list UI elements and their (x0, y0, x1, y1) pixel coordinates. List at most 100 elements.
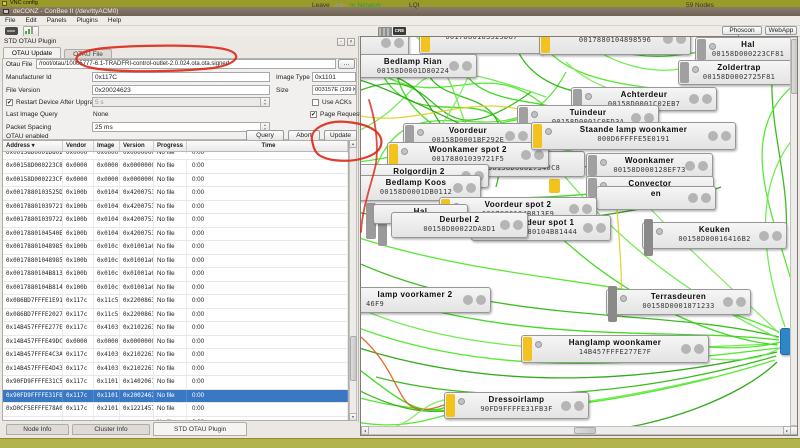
cell-address: 0x0017880104B813E9 (3, 268, 63, 281)
graph-vscroll-thumb[interactable] (790, 39, 797, 94)
table-row[interactable]: 0x00158D0001D802240x00000x00000x00000000… (3, 152, 348, 160)
use-acks-checkbox[interactable] (312, 99, 319, 106)
table-scroll-thumb[interactable] (349, 336, 357, 381)
cell-address: 0x0017880104B81444 (3, 281, 63, 294)
page-request-checkbox[interactable]: ✔ (310, 111, 317, 118)
tab-otau-update[interactable]: OTAU Update (3, 47, 61, 58)
device-table[interactable]: Address ▾ Vendor Image Version Progress Time 0… (2, 140, 349, 421)
packet-spacing-input[interactable]: 25 ms ▴ ▾ (92, 122, 270, 132)
menu-item-edit[interactable]: Edit (20, 16, 41, 25)
column-header-vendor[interactable]: Vendor (63, 141, 94, 151)
graph-node-zoldertrap[interactable]: Zoldertrap 00158D0002725F81 (678, 60, 797, 85)
leave-button[interactable]: Leave (312, 1, 330, 10)
graph-node-hanglamp-woonkamer[interactable]: Hanglamp woonkamer 14B457FFFE277E7F (521, 335, 709, 363)
restart-checkbox[interactable]: ✔ (6, 99, 13, 106)
close-panel-icon[interactable]: × (347, 38, 355, 46)
tab-otau-file[interactable]: OTAU File (64, 49, 112, 58)
graph-node[interactable]: 0017880103525D87 (419, 37, 544, 54)
scroll-left-icon[interactable]: ◂ (361, 426, 369, 435)
cell-image: 0x1101 (94, 389, 120, 402)
bottom-tab-node-info[interactable]: Node Info (6, 424, 69, 435)
spinner-arrows-icon[interactable]: ▴ ▾ (260, 98, 269, 106)
cell-vendor: 0x117c (63, 308, 94, 321)
menu-item-panels[interactable]: Panels (42, 16, 72, 25)
table-row[interactable]: 0xD0CF5EFFFE78A0510x117c0x21010x12214572… (3, 403, 348, 417)
manufacturer-input[interactable]: 0x117C (92, 72, 270, 82)
cell-time: 0:00 (187, 376, 348, 389)
size-label: Size (276, 87, 289, 94)
cell-version: 0x00000000 (120, 152, 154, 154)
bottom-tab-cluster-info[interactable]: Cluster Info (71, 424, 151, 435)
cell-image: 0x0000 (94, 335, 120, 348)
table-row[interactable]: 0x00178801039722130x100b0x01040x42007530… (3, 214, 348, 228)
bottom-tab-std-otau-plugin[interactable]: STD OTAU Plugin (153, 422, 248, 436)
column-header-address[interactable]: Address ▾ (3, 141, 63, 151)
table-row[interactable]: 0x086BD7FFFE1E91C10x117c0x11c50x22008631… (3, 295, 348, 309)
graph-node-terrasdeuren[interactable]: Terrasdeuren 00158D0001871233 (606, 286, 751, 322)
cell-image: 0x11c5 (94, 308, 120, 321)
device-icon[interactable] (5, 27, 18, 35)
cell-address: 0x14B457FFFE4C3AFA (3, 349, 63, 362)
table-row[interactable]: 0x0017880104B813E90x100b0x010c0x01001a02… (3, 268, 348, 282)
endpoint-circle-icon (596, 223, 606, 233)
column-header-image[interactable]: Image (94, 141, 120, 151)
table-row[interactable]: 0x14B457FFFE4C3AFA0x117c0x41030x21022631… (3, 349, 348, 363)
graph-node-bedlamp-rian[interactable]: Bedlamp Rian 00158D0001D80224 (361, 54, 477, 78)
scroll-up-icon[interactable]: ▴ (349, 140, 357, 148)
table-header[interactable]: Address ▾ Vendor Image Version Progress Time (3, 141, 348, 152)
file-version-input[interactable]: 0x20024623 (92, 85, 270, 95)
otau-file-input[interactable]: /root/otau/10005777-6.1-TRADFRI-control-… (36, 59, 336, 69)
table-row[interactable]: 0x14B457FFFE49DC830x00000x00000x00000000… (3, 335, 348, 349)
app-titlebar[interactable]: deCONZ - ConBee II (/dev/ttyACM0) (0, 7, 800, 16)
graph-node-lamp-voorkamer-2[interactable]: lamp voorkamer 2 46F9 (361, 287, 491, 313)
table-row[interactable]: 0x0017880104B814440x100b0x010c0x01001a02… (3, 281, 348, 295)
endpoint-circle-icon (466, 183, 476, 193)
cell-progress: No file (154, 322, 187, 335)
graph-hscroll-thumb[interactable] (574, 427, 596, 434)
table-row[interactable]: 0x90FD9FFFFE31FB3F0x117c0x11010x20024623… (3, 389, 348, 403)
graph-node-hal[interactable]: Hal 00158D000223CF81 (695, 37, 797, 62)
scroll-down-icon[interactable]: ▾ (349, 413, 357, 421)
restart-delay-input[interactable]: 5 s ▴ ▾ (92, 97, 270, 107)
table-row[interactable]: 0x0017880103525D870x100b0x01040x42007530… (3, 187, 348, 201)
graph-node-keuken-spot-1[interactable]: Keuken spot 10017880104898596 (539, 37, 691, 55)
table-row[interactable]: 0x00178801039721F50x100b0x01040x42007530… (3, 200, 348, 214)
vnc-title: VNC config (10, 0, 38, 6)
browse-button[interactable]: ... (338, 59, 355, 69)
column-header-progress[interactable]: Progress (154, 141, 187, 151)
column-header-time[interactable]: Time (187, 141, 348, 151)
cell-version: 0x42007530 (120, 187, 154, 200)
table-row[interactable]: 0x14B457FFFE277E7F0x117c0x41030x21022631… (3, 322, 348, 336)
column-header-version[interactable]: Version (120, 141, 154, 151)
phoscon-app-button[interactable]: Phoscon App (722, 26, 762, 42)
table-row[interactable]: 0x00158D000223C88F0x00000x00000x00000000… (3, 160, 348, 174)
float-panel-icon[interactable]: ▫ (337, 38, 345, 46)
table-row[interactable]: 0x00178801048985960x100b0x010c0x01001a02… (3, 241, 348, 255)
endpoint-circle-icon (772, 230, 782, 241)
lqi-label[interactable]: LQI (409, 1, 419, 10)
cell-progress: No file (154, 281, 187, 294)
join-button[interactable]: Join (334, 1, 346, 10)
graph-node-deurbel-2[interactable]: Deurbel 2 00158D00022DA8D1 (391, 212, 528, 238)
graph-node-staande-lamp-woonkamer[interactable]: Staande lamp woonkamer 000D6FFFFE5E0191 (531, 122, 736, 150)
cell-version: 0x14020610 (120, 376, 154, 389)
menu-item-help[interactable]: Help (103, 16, 126, 25)
network-graph[interactable]: 0017880103525D87 Keuken spot 100178801048… (360, 36, 798, 436)
webapp-button[interactable]: WebApp (765, 26, 797, 35)
menu-item-plugins[interactable]: Plugins (72, 16, 103, 25)
graph-node-woonkamer[interactable]: Woonkamer 00158D000128EF73 (586, 153, 713, 178)
cell-image: 0x0000 (94, 173, 120, 186)
table-row[interactable]: 0x00178801048985F50x100b0x010c0x01001a02… (3, 254, 348, 268)
table-row[interactable]: 0x14B457FFFE4D43AD0x117c0x41030x21022631… (3, 362, 348, 376)
table-row[interactable]: 0x00158D000223CF810x00000x00000x00000000… (3, 173, 348, 187)
table-row[interactable]: 0x0017880104540E260x100b0x01040x42007530… (3, 227, 348, 241)
graph-node-keuken[interactable]: Keuken 00158D00016416B2 (642, 219, 787, 256)
graph-vscrollbar[interactable] (790, 37, 797, 426)
cre-badge[interactable]: CRE (393, 27, 406, 35)
image-type-input[interactable]: 0x1101 (312, 72, 356, 82)
graph-node-dressoirlamp[interactable]: Dressoirlamp 90FD9FFFFE31FB3F (444, 392, 589, 419)
table-row[interactable]: 0x086BD7FFFE2027E10x117c0x11c50x22008631… (3, 308, 348, 322)
table-row[interactable]: 0x90FD9FFFFE31C5350x117c0x11010x14020610… (3, 376, 348, 390)
menu-item-file[interactable]: File (0, 16, 20, 25)
graph-node-en[interactable]: en (596, 186, 716, 210)
